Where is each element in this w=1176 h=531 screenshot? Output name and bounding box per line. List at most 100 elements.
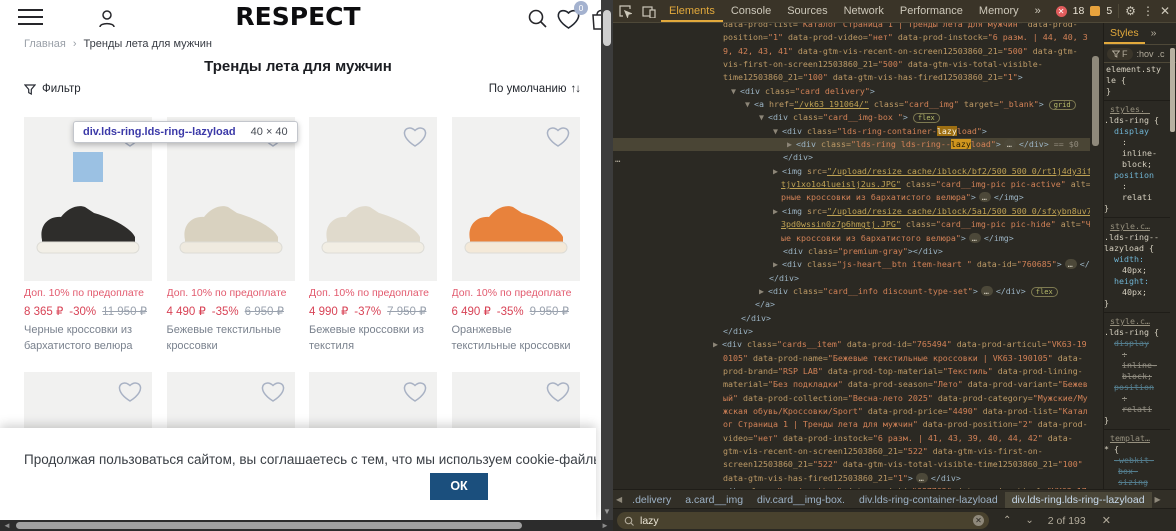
- devtools-code-line[interactable]: 3pd0wssin0z7p6hmgtj.JPG" class="card__im…: [613, 218, 1090, 231]
- product-image[interactable]: [452, 117, 580, 281]
- inspect-element-icon[interactable]: [618, 4, 632, 18]
- previous-match-icon[interactable]: ⌃: [1003, 515, 1011, 526]
- product-card[interactable]: Доп. 10% по предоплате4 490 ₽-35%6 950 ₽…: [167, 117, 295, 354]
- stylesheet-link[interactable]: templat…: [1104, 433, 1170, 444]
- crumbs-scroll-left-icon[interactable]: ◀: [613, 495, 625, 504]
- layout-badge[interactable]: flex: [913, 113, 940, 123]
- product-name[interactable]: Бежевые кроссовки из текстиля: [309, 323, 431, 354]
- filter-button[interactable]: Фильтр: [24, 83, 81, 95]
- clear-search-icon[interactable]: ✕: [973, 515, 984, 526]
- scroll-left-arrow[interactable]: ◄: [3, 521, 11, 530]
- site-logo[interactable]: RESPECT: [235, 2, 360, 31]
- devtools-tab-memory[interactable]: Memory: [971, 0, 1027, 22]
- issues-icon[interactable]: [1090, 6, 1100, 16]
- favorite-heart-icon[interactable]: [260, 380, 286, 408]
- favorite-heart-icon[interactable]: [545, 380, 571, 408]
- product-name[interactable]: Черные кроссовки из бархатистого велюра: [24, 323, 146, 354]
- styles-cls-toggle[interactable]: .c: [1158, 49, 1165, 59]
- product-name[interactable]: Бежевые текстильные кроссовки: [167, 323, 289, 354]
- expand-dots[interactable]: …: [1065, 259, 1077, 269]
- vertical-scrollbar[interactable]: ▼: [601, 0, 613, 520]
- stylesheet-link[interactable]: style.c…: [1104, 316, 1170, 327]
- devtools-code-line[interactable]: gtm-vis-recent-on-screen12503860_21="522…: [613, 445, 1090, 458]
- product-card[interactable]: Доп. 10% по предоплате4 990 ₽-37%7 950 ₽…: [309, 117, 437, 354]
- devtools-code-line[interactable]: position="1" data-prod-video="нет" data-…: [613, 31, 1090, 44]
- devtools-code-line[interactable]: video="нет" data-prod-instock="6 разм. |…: [613, 432, 1090, 445]
- devtools-code-line[interactable]: data-gtm-vis-has-fired12503860_21="1">…<…: [613, 472, 1090, 485]
- devtools-tab-network[interactable]: Network: [836, 0, 892, 22]
- devtools-code-line[interactable]: ▶<img src="/upload/resize_cache/iblock/b…: [613, 165, 1090, 178]
- devtools-code-line[interactable]: </div>: [613, 312, 1090, 325]
- devtools-tab-sources[interactable]: Sources: [779, 0, 835, 22]
- styles-tab[interactable]: Styles: [1104, 22, 1145, 44]
- devtools-code-line[interactable]: 0105" data-prod-name="Бежевые текстильны…: [613, 352, 1090, 365]
- horizontal-scrollbar-thumb[interactable]: [16, 522, 522, 529]
- node-actions-dots[interactable]: …: [615, 155, 621, 165]
- devtools-code-line[interactable]: ▶<div class="lds-ring lds-ring--lazyload…: [613, 138, 1090, 151]
- devtools-code-line[interactable]: ▼<div class="card__img-box ">flex: [613, 111, 1090, 124]
- styles-hov-toggle[interactable]: :hov: [1137, 49, 1154, 59]
- device-toolbar-icon[interactable]: [642, 5, 656, 18]
- devtools-code-line[interactable]: 9, 42, 43, 41" data-gtm-vis-recent-on-sc…: [613, 45, 1090, 58]
- devtools-code-line[interactable]: <div class="premium-gray"></div>: [613, 245, 1090, 258]
- favorite-heart-icon[interactable]: [545, 125, 571, 153]
- devtools-code-line[interactable]: ▶<div class="cards__item" data-prod-id="…: [613, 338, 1090, 351]
- layout-badge[interactable]: grid: [1049, 100, 1076, 110]
- search-icon[interactable]: [527, 8, 547, 33]
- devtools-code-line[interactable]: рные кроссовки из бархатистого велюра">……: [613, 191, 1090, 204]
- devtools-code-line[interactable]: ог Страница 1 | Тренды лета для мужчин" …: [613, 418, 1090, 431]
- expand-dots[interactable]: …: [969, 233, 981, 243]
- devtools-code-line[interactable]: screen12503860_21="522" data-gtm-vis-tot…: [613, 458, 1090, 471]
- devtools-code-line[interactable]: ▼<a href="/vk63_191064/" class="card__im…: [613, 98, 1090, 111]
- expand-dots[interactable]: …: [981, 286, 993, 296]
- devtools-breadcrumb-item[interactable]: a.card__img: [678, 492, 750, 508]
- cookie-ok-button[interactable]: ОК: [430, 473, 488, 500]
- styles-filter-input[interactable]: F: [1107, 48, 1133, 60]
- devtools-code-line[interactable]: ый" data-prod-collection="Весна-лето 202…: [613, 392, 1090, 405]
- devtools-code-line[interactable]: </div>: [613, 325, 1090, 338]
- devtools-breadcrumb-item[interactable]: div.lds-ring-container-lazyload: [852, 492, 1005, 508]
- stylesheet-link[interactable]: styles._: [1104, 104, 1170, 115]
- expand-dots[interactable]: …: [916, 473, 928, 483]
- devtools-code-line[interactable]: time12503860_21="100" data-gtm-vis-has-f…: [613, 71, 1090, 84]
- expand-dots[interactable]: …: [1004, 139, 1016, 149]
- devtools-breadcrumb-item[interactable]: .delivery: [625, 492, 678, 508]
- devtools-code-line[interactable]: ▶<div class="card__info discount-type-se…: [613, 285, 1090, 298]
- favorite-heart-icon[interactable]: [402, 380, 428, 408]
- favorite-heart-icon[interactable]: [402, 125, 428, 153]
- devtools-code-line[interactable]: vis-first-on-screen12503860_21="500" dat…: [613, 58, 1090, 71]
- devtools-code-line[interactable]: ▼<div class="lds-ring-container-lazyload…: [613, 125, 1090, 138]
- styles-more-tabs-chevron[interactable]: »: [1151, 27, 1157, 39]
- styles-scrollbar-thumb[interactable]: [1170, 48, 1175, 132]
- scroll-down-arrow[interactable]: ▼: [603, 507, 611, 516]
- devtools-code-line[interactable]: ые кроссовки из бархатистого велюра">…</…: [613, 232, 1090, 245]
- devtools-code-line[interactable]: tjv1xo1o4lueislj2us.JPG" class="card__im…: [613, 178, 1090, 191]
- devtools-code-line[interactable]: ▶<img src="/upload/resize_cache/iblock/5…: [613, 205, 1090, 218]
- error-icon[interactable]: ✕: [1056, 6, 1067, 17]
- devtools-tab-console[interactable]: Console: [723, 0, 779, 22]
- product-card[interactable]: Доп. 10% по предоплате6 490 ₽-35%9 950 ₽…: [452, 117, 580, 354]
- more-tabs-chevron[interactable]: »: [1027, 0, 1049, 22]
- account-icon[interactable]: [96, 8, 118, 35]
- devtools-breadcrumb-item[interactable]: div.card__img-box.: [750, 492, 852, 508]
- search-input[interactable]: lazy ✕: [617, 512, 989, 529]
- breadcrumb-home[interactable]: Главная: [24, 38, 66, 50]
- devtools-code-line[interactable]: </a>: [613, 298, 1090, 311]
- layout-badge[interactable]: flex: [1031, 287, 1058, 297]
- horizontal-scrollbar[interactable]: ◄ ►: [0, 520, 613, 531]
- elements-scrollbar-thumb[interactable]: [1092, 56, 1099, 146]
- devtools-code-line[interactable]: prod-brand="RSP LAB" data-prod-top-mater…: [613, 365, 1090, 378]
- stylesheet-link[interactable]: style.c…: [1104, 221, 1170, 232]
- devtools-code-line[interactable]: material="Без подкладки" data-prod-seaso…: [613, 378, 1090, 391]
- menu-icon[interactable]: [18, 9, 43, 25]
- sort-button[interactable]: По умолчанию ↑↓: [489, 83, 580, 95]
- close-devtools-icon[interactable]: ✕: [1160, 4, 1170, 18]
- devtools-code-line[interactable]: ▶<div class="js-heart__btn item-heart " …: [613, 258, 1090, 271]
- crumbs-scroll-right-icon[interactable]: ▶: [1152, 495, 1164, 504]
- product-image[interactable]: [309, 117, 437, 281]
- product-name[interactable]: Оранжевые текстильные кроссовки: [452, 323, 574, 354]
- vertical-scrollbar-thumb[interactable]: [603, 10, 611, 46]
- devtools-tab-elements[interactable]: Elements: [661, 0, 723, 22]
- devtools-code-line[interactable]: ▼<div class="card delivery">: [613, 85, 1090, 98]
- next-match-icon[interactable]: ⌄: [1025, 515, 1033, 526]
